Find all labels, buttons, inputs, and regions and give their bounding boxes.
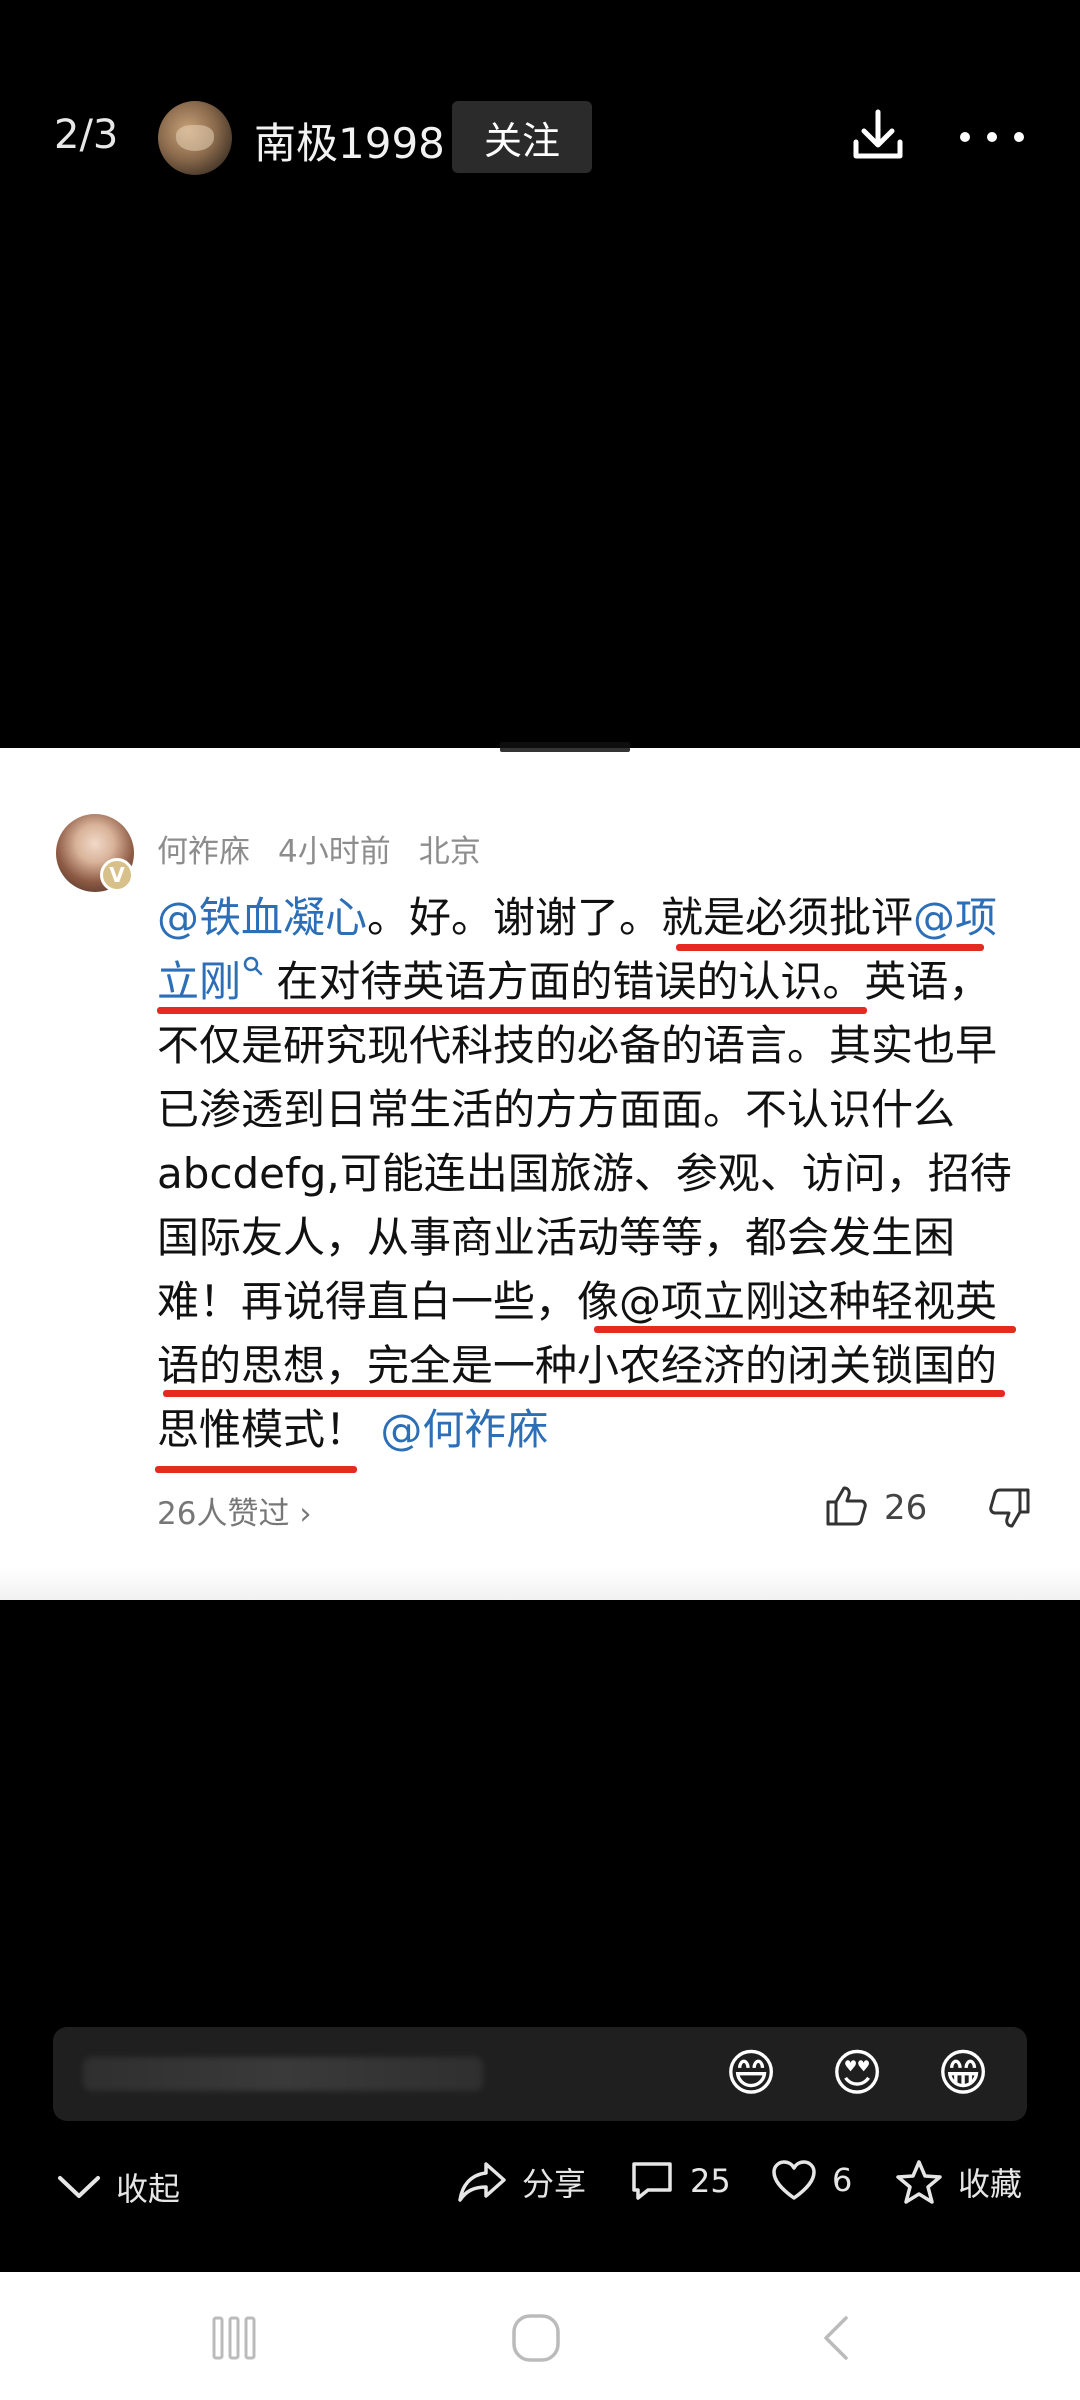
mention-link: 立刚 (157, 957, 242, 1006)
text-line: 已渗透到日常生活的方方面面。不认识什么 (157, 1085, 956, 1134)
grinning-emoji-icon[interactable]: 😁 (937, 2041, 989, 2105)
top-bar: 2/3 南极1998 关注 (0, 0, 1080, 260)
action-bar: 收起 分享 25 6 收藏 (0, 2140, 1080, 2240)
text-line: abcdefg,可能连出国旅游、参观、访问，招待 (157, 1149, 1012, 1198)
download-icon[interactable] (846, 104, 910, 168)
input-placeholder-blurred (83, 2057, 483, 2091)
comment-screenshot[interactable]: V 何祚庥 4小时前 北京 @铁血凝心。好。谢谢了。就是必须批评@项 立刚 在对待英… (0, 742, 1080, 1600)
search-icon (243, 956, 263, 976)
red-underline (676, 944, 984, 951)
thumbs-down-icon[interactable] (988, 1486, 1032, 1530)
like-button[interactable]: 6 (770, 2158, 852, 2202)
text-line: @铁血凝心。好。谢谢了。就是必须批评@项 (157, 893, 998, 942)
text-line: 不仅是研究现代科技的必备的语言。其实也早 (157, 1021, 998, 1070)
comment-meta: 何祚庥 4小时前 北京 (157, 826, 509, 871)
favorite-button[interactable]: 收藏 (894, 2158, 1022, 2206)
mention-link: @铁血凝心 (157, 893, 368, 942)
red-underline (157, 1007, 867, 1014)
home-icon[interactable] (508, 2310, 564, 2366)
comment-button[interactable]: 25 (628, 2158, 731, 2204)
chevron-down-icon (58, 2176, 100, 2198)
cutoff-text-fragment (500, 742, 630, 752)
commenter-name: 何祚庥 (157, 834, 250, 870)
text-line: 语的思想，完全是一种小农经济的闭关锁国的 (157, 1341, 998, 1390)
comment-time: 4小时前 (278, 834, 391, 870)
share-button[interactable]: 分享 (456, 2158, 586, 2206)
back-icon[interactable] (810, 2310, 866, 2366)
verified-badge: V (100, 858, 134, 892)
star-icon (896, 2160, 942, 2204)
red-underline (594, 1326, 1016, 1333)
text-line: 思惟模式！ @何祚庥 (157, 1405, 549, 1454)
author-avatar[interactable] (158, 101, 232, 175)
red-underline (163, 1390, 1005, 1397)
text-line: 国际友人，从事商业活动等等，都会发生困 (157, 1213, 956, 1262)
recent-apps-icon[interactable] (206, 2310, 262, 2366)
follow-button[interactable]: 关注 (452, 101, 592, 173)
text-line: 难！再说得直白一些，像@项立刚这种轻视英 (157, 1277, 998, 1326)
page-counter: 2/3 (54, 112, 119, 158)
comment-location: 北京 (418, 834, 481, 870)
heart-icon (772, 2160, 816, 2200)
system-nav-bar (0, 2272, 1080, 2400)
author-name[interactable]: 南极1998 (254, 110, 445, 171)
share-icon (458, 2162, 506, 2202)
mention-link: @项 (913, 893, 998, 942)
more-icon[interactable] (956, 128, 1028, 146)
laughing-emoji-icon[interactable]: 😄 (725, 2041, 777, 2105)
thumbs-up-icon[interactable] (824, 1484, 868, 1528)
comment-input[interactable]: 😄 😍 😁 (53, 2027, 1027, 2121)
comment-like-count: 26 (884, 1488, 928, 1528)
mention-link: @何祚庥 (380, 1405, 549, 1454)
star-eyes-emoji-icon[interactable]: 😍 (831, 2041, 883, 2105)
text-line: 立刚 在对待英语方面的错误的认识。英语， (157, 956, 991, 1006)
comment-icon (632, 2162, 672, 2200)
red-underline (155, 1466, 357, 1473)
collapse-button[interactable]: 收起 (56, 2164, 180, 2210)
likes-summary[interactable]: 26人赞过 › (157, 1488, 312, 1533)
comment-text: @铁血凝心。好。谢谢了。就是必须批评@项 立刚 在对待英语方面的错误的认识。英语… (157, 886, 1047, 1462)
